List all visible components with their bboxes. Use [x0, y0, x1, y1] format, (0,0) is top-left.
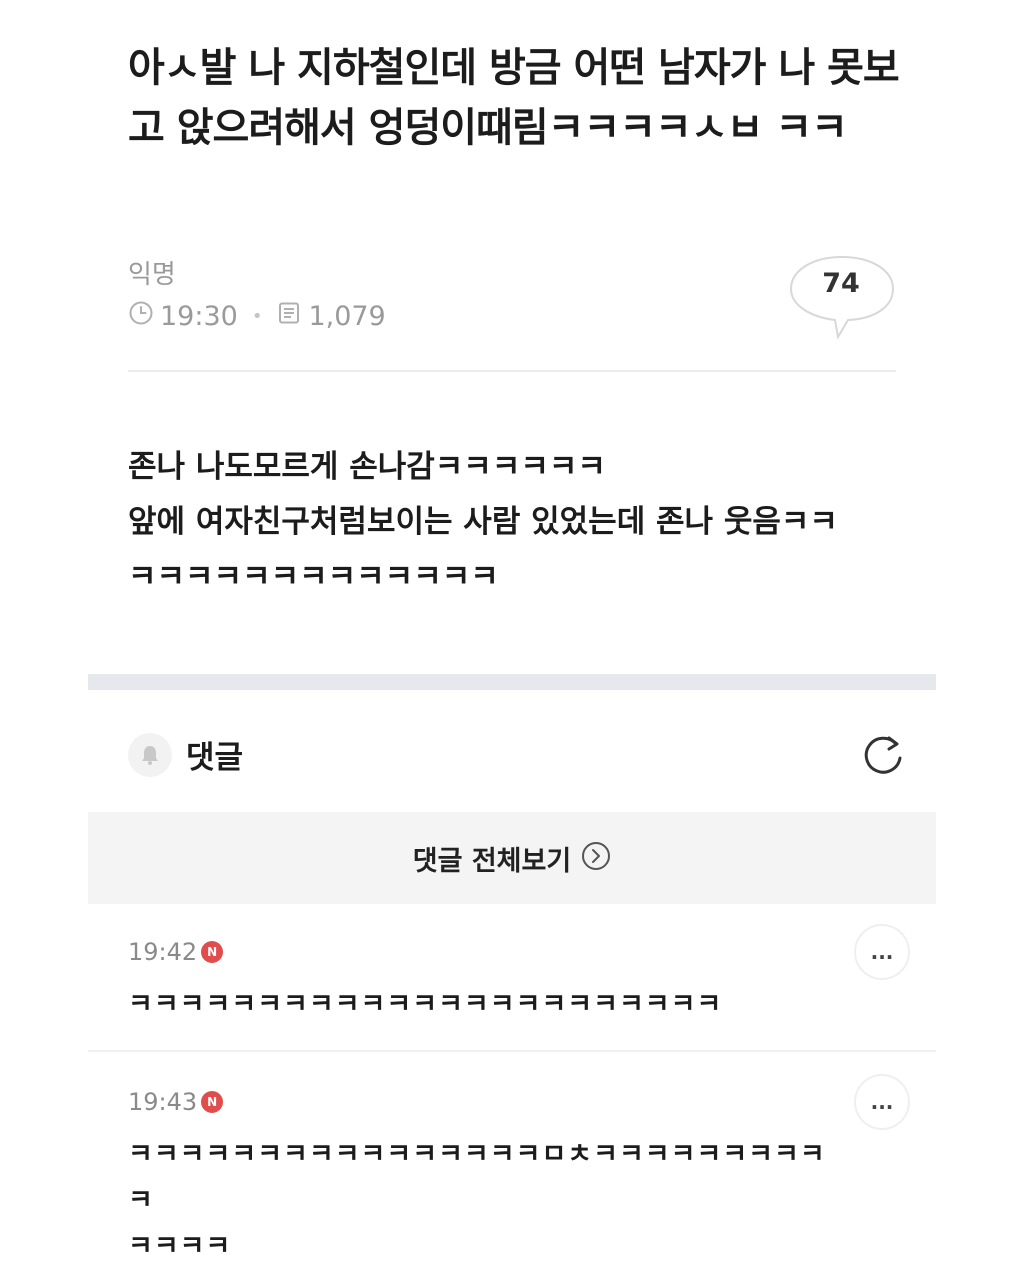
view-all-comments-button[interactable]: 댓글 전체보기: [88, 812, 936, 904]
comment-time-row: 19:43 N: [128, 1088, 224, 1116]
comments-header: 댓글: [128, 732, 243, 777]
comment-text: ㅋㅋㅋㅋㅋㅋㅋㅋㅋㅋㅋㅋㅋㅋㅋㅋㅁㅊㅋㅋㅋㅋㅋㅋㅋㅋㅋㅋ ㅋㅋㅋㅋ: [128, 1139, 826, 1262]
document-icon: [276, 300, 302, 333]
clock-icon: [128, 300, 154, 333]
comment-count-bubble[interactable]: 74: [788, 254, 896, 344]
comments-title: 댓글: [186, 740, 244, 776]
comment-count: 74: [822, 268, 860, 299]
chevron-right-circle-icon: [581, 841, 611, 875]
comment-divider: [88, 1050, 936, 1052]
post-meta: 19:30 • 1,079: [128, 300, 386, 333]
more-options-button[interactable]: ...: [854, 1074, 910, 1130]
header-divider: [128, 370, 896, 372]
new-badge: N: [201, 1091, 224, 1113]
post-time: 19:30: [160, 301, 238, 332]
post-body: 존나 나도모르게 손나감ㅋㅋㅋㅋㅋㅋ 앞에 여자친구처럼보이는 사람 있었는데 …: [128, 449, 838, 595]
comment-time: 19:43: [128, 1088, 198, 1116]
new-badge: N: [201, 941, 224, 963]
post-author: 익명: [128, 260, 176, 290]
bell-icon[interactable]: [128, 732, 172, 777]
section-divider: [88, 674, 936, 690]
post-views: 1,079: [308, 301, 386, 332]
meta-separator: •: [251, 306, 263, 327]
refresh-icon[interactable]: [858, 730, 908, 780]
comment-time: 19:42: [128, 938, 198, 966]
comment-time-row: 19:42 N: [128, 938, 224, 966]
post-title: 아ㅅ발 나 지하철인데 방금 어떤 남자가 나 못보고 앉으려해서 엉덩이때림ㅋ…: [128, 45, 900, 151]
view-all-label: 댓글 전체보기: [412, 845, 572, 877]
comment-text: ㅋㅋㅋㅋㅋㅋㅋㅋㅋㅋㅋㅋㅋㅋㅋㅋㅋㅋㅋㅋㅋㅋㅋ: [128, 989, 723, 1020]
more-options-button[interactable]: ...: [854, 924, 910, 980]
